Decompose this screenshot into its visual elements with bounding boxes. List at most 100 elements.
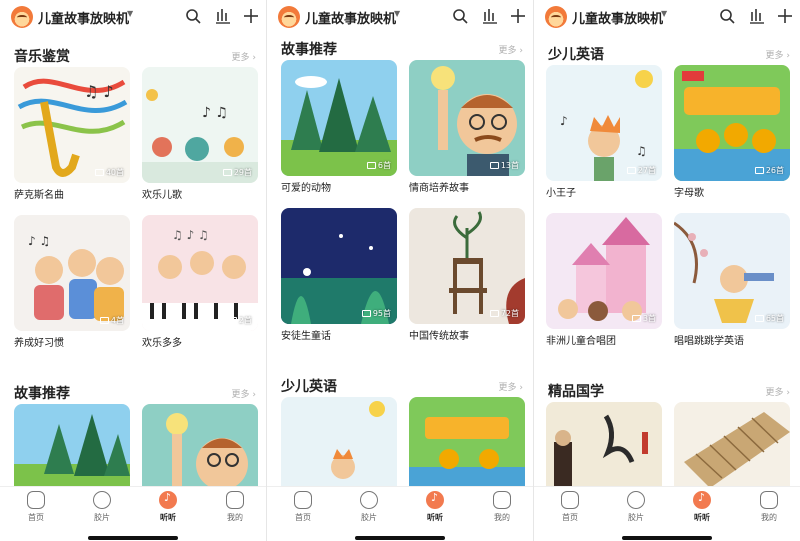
album-card[interactable]: 26首 [674, 65, 790, 181]
svg-text:♪ ♫: ♪ ♫ [202, 105, 228, 121]
more-link[interactable]: 更多 › [232, 50, 256, 63]
more-link[interactable]: 更多 › [232, 387, 256, 400]
track-count-badge: 65首 [754, 313, 784, 324]
tab-home[interactable]: 首页 [283, 491, 323, 523]
playlist-icon [94, 169, 104, 176]
album-label[interactable]: 小王子 [546, 184, 576, 199]
album-card[interactable] [546, 402, 662, 488]
top-bar: 儿童故事放映机 ▼ [0, 0, 266, 34]
cover-image: ♫ ♪ [14, 67, 130, 183]
cover-image [409, 397, 525, 488]
tab-film[interactable]: 胶片 [616, 491, 656, 523]
home-icon [561, 491, 579, 509]
home-indicator[interactable] [355, 536, 445, 540]
playlist-icon [489, 310, 499, 317]
tab-film[interactable]: 胶片 [349, 491, 389, 523]
app-title[interactable]: 儿童故事放映机 [572, 8, 663, 27]
album-label[interactable]: 字母歌 [674, 184, 704, 199]
tab-mine[interactable]: 我的 [482, 491, 522, 523]
cover-image [546, 213, 662, 329]
tab-mine[interactable]: 我的 [215, 491, 255, 523]
cover-image: ♪ ♫ [14, 215, 130, 331]
album-card[interactable]: 6首 [281, 60, 397, 176]
cover-image: ♪ ♫ [142, 67, 258, 183]
app-logo-icon [11, 6, 33, 28]
plus-icon[interactable] [509, 7, 527, 25]
app-title[interactable]: 儿童故事放映机 [305, 8, 396, 27]
app-logo-icon [278, 6, 300, 28]
album-card[interactable]: ♫ ♪ ♫ 2首 [142, 215, 258, 331]
chevron-down-icon[interactable]: ▼ [394, 9, 400, 18]
album-card[interactable]: ♫ ♪ 40首 [14, 67, 130, 183]
home-indicator[interactable] [622, 536, 712, 540]
album-card[interactable]: 95首 [281, 208, 397, 324]
playlist-icon [222, 169, 232, 176]
album-label[interactable]: 非洲儿童合唱团 [546, 332, 616, 347]
app-title[interactable]: 儿童故事放映机 [38, 8, 129, 27]
playlist-icon [366, 162, 376, 169]
playlist-icon [227, 317, 237, 324]
more-link[interactable]: 更多 › [499, 43, 523, 56]
album-card[interactable] [14, 404, 130, 488]
cover-image [546, 402, 662, 488]
album-card[interactable] [674, 402, 790, 488]
playing-bars-icon[interactable] [481, 7, 499, 25]
album-label[interactable]: 中国传统故事 [409, 327, 469, 342]
playing-bars-icon[interactable] [748, 7, 766, 25]
album-label[interactable]: 欢乐多多 [142, 334, 182, 349]
playing-bars-icon[interactable] [214, 7, 232, 25]
search-icon[interactable] [718, 7, 736, 25]
top-bar: 儿童故事放映机 ▼ [534, 0, 800, 34]
cover-image [281, 60, 397, 176]
search-icon[interactable] [184, 7, 202, 25]
album-label[interactable]: 情商培养故事 [409, 179, 469, 194]
chevron-down-icon[interactable]: ▼ [661, 9, 667, 18]
cover-image: ♪♫ [546, 65, 662, 181]
bottom-tab-bar: 首页 胶片 听听 我的 [267, 486, 533, 541]
album-card[interactable] [409, 397, 525, 488]
svg-text:♪: ♪ [560, 114, 568, 128]
home-indicator[interactable] [88, 536, 178, 540]
album-card[interactable] [281, 397, 397, 488]
tab-home[interactable]: 首页 [550, 491, 590, 523]
profile-icon [493, 491, 511, 509]
tab-listen[interactable]: 听听 [415, 491, 455, 523]
home-icon [27, 491, 45, 509]
music-note-icon [426, 491, 444, 509]
section-title: 音乐鉴赏 [14, 49, 70, 65]
album-card[interactable]: ♪ ♫ 27首 [546, 65, 662, 181]
album-card[interactable] [142, 404, 258, 488]
album-label[interactable]: 可爱的动物 [281, 179, 331, 194]
album-label[interactable]: 养成好习惯 [14, 334, 64, 349]
track-count-badge: 2首 [227, 315, 252, 326]
search-icon[interactable] [451, 7, 469, 25]
screen-music: 儿童故事放映机 ▼ 音乐鉴赏 更多 › ♫ ♪ 40首 萨克斯名曲 ♪ ♫ 29… [0, 0, 266, 541]
tab-film[interactable]: 胶片 [82, 491, 122, 523]
more-link[interactable]: 更多 › [766, 48, 790, 61]
album-card[interactable]: 72首 [409, 208, 525, 324]
album-label[interactable]: 安徒生童话 [281, 327, 331, 342]
album-label[interactable]: 欢乐儿歌 [142, 186, 182, 201]
home-icon [294, 491, 312, 509]
album-card[interactable]: ♪ ♫ 29首 [142, 67, 258, 183]
plus-icon[interactable] [242, 7, 260, 25]
bottom-tab-bar: 首页 胶片 听听 我的 [534, 486, 800, 541]
chevron-down-icon[interactable]: ▼ [127, 9, 133, 18]
tab-mine[interactable]: 我的 [749, 491, 789, 523]
album-label[interactable]: 唱唱跳跳学英语 [674, 332, 744, 347]
album-card[interactable]: 13首 [409, 60, 525, 176]
more-link[interactable]: 更多 › [766, 385, 790, 398]
svg-text:♫ ♪: ♫ ♪ [84, 82, 114, 101]
album-card[interactable]: 65首 [674, 213, 790, 329]
plus-icon[interactable] [776, 7, 794, 25]
tab-home[interactable]: 首页 [16, 491, 56, 523]
tab-listen[interactable]: 听听 [682, 491, 722, 523]
cover-image [409, 60, 525, 176]
album-card[interactable]: ♪ ♫ 4首 [14, 215, 130, 331]
album-label[interactable]: 萨克斯名曲 [14, 186, 64, 201]
track-count-badge: 13首 [489, 160, 519, 171]
album-card[interactable]: 3首 [546, 213, 662, 329]
cover-image [281, 208, 397, 324]
tab-listen[interactable]: 听听 [148, 491, 188, 523]
more-link[interactable]: 更多 › [499, 380, 523, 393]
